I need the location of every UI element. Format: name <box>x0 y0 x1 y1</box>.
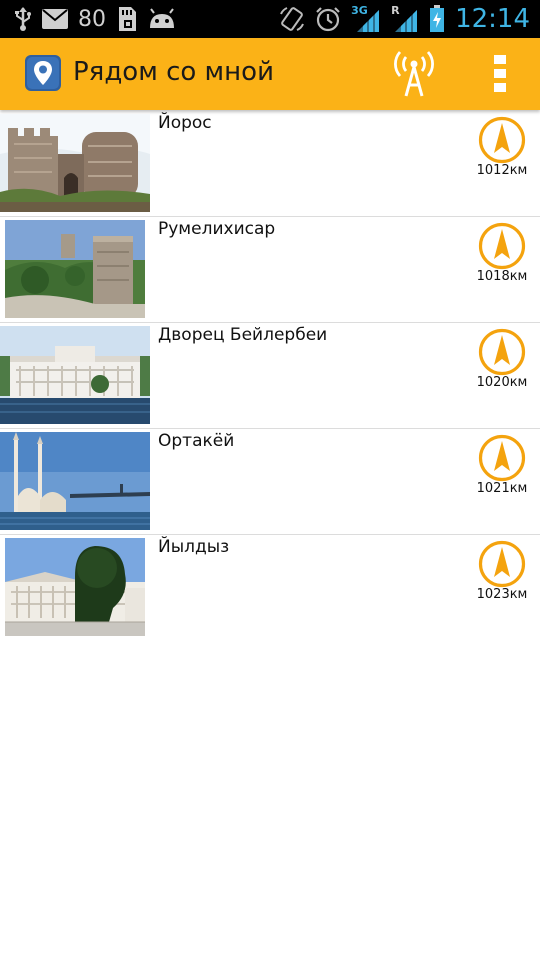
clock: 12:14 <box>455 4 530 34</box>
signal-strength-icon <box>395 10 418 32</box>
place-name: Дворец Бейлербеи <box>158 325 328 345</box>
list-item[interactable]: Йорос 1012км <box>0 111 540 217</box>
overflow-menu-icon <box>494 55 506 92</box>
castle-photo <box>5 220 145 318</box>
signal-roaming-indicator: R <box>391 4 419 34</box>
mansion-photo <box>5 538 145 636</box>
sd-card-icon <box>119 7 136 31</box>
compass-direction-icon[interactable] <box>478 540 526 588</box>
overflow-menu-button[interactable] <box>478 48 522 100</box>
alarm-icon <box>316 7 340 32</box>
fortress-photo <box>0 114 150 212</box>
place-name: Ортакёй <box>158 431 235 451</box>
location-pin-icon[interactable] <box>25 55 61 91</box>
list-item[interactable]: Йылдыз 1023км <box>0 535 540 640</box>
list-item[interactable]: Ортакёй 1021км <box>0 429 540 535</box>
rotate-icon <box>280 7 304 31</box>
status-bar: 80 3G R 12:14 <box>0 0 540 38</box>
places-list: Йорос 1012км Румелихисар 1018км Дворец Б… <box>0 111 540 640</box>
android-icon <box>150 8 174 28</box>
antenna-icon <box>394 51 434 97</box>
distance-label: 1023км <box>476 587 528 602</box>
place-name: Йорос <box>158 113 212 133</box>
battery-icon <box>430 5 445 32</box>
compass-direction-icon[interactable] <box>478 328 526 376</box>
app-title: Рядом со мной <box>73 57 274 87</box>
compass-direction-icon[interactable] <box>478 116 526 164</box>
action-bar: Рядом со мной <box>0 38 540 110</box>
distance-label: 1012км <box>476 163 528 178</box>
list-item[interactable]: Дворец Бейлербеи 1020км <box>0 323 540 429</box>
mosque-photo <box>0 432 150 530</box>
battery-percentage: 80 <box>78 6 106 32</box>
distance-label: 1021км <box>476 481 528 496</box>
place-name: Йылдыз <box>158 537 230 557</box>
palace-photo <box>0 326 150 424</box>
usb-icon <box>15 7 31 31</box>
signal-icon <box>357 10 380 32</box>
place-name: Румелихисар <box>158 219 276 239</box>
distance-label: 1020км <box>476 375 528 390</box>
list-item[interactable]: Румелихисар 1018км <box>0 217 540 323</box>
distance-label: 1018км <box>476 269 528 284</box>
compass-direction-icon[interactable] <box>478 434 526 482</box>
nearby-signal-button[interactable] <box>386 48 442 100</box>
mail-icon <box>42 9 68 29</box>
compass-direction-icon[interactable] <box>478 222 526 270</box>
signal-3g-indicator: 3G <box>351 4 381 34</box>
